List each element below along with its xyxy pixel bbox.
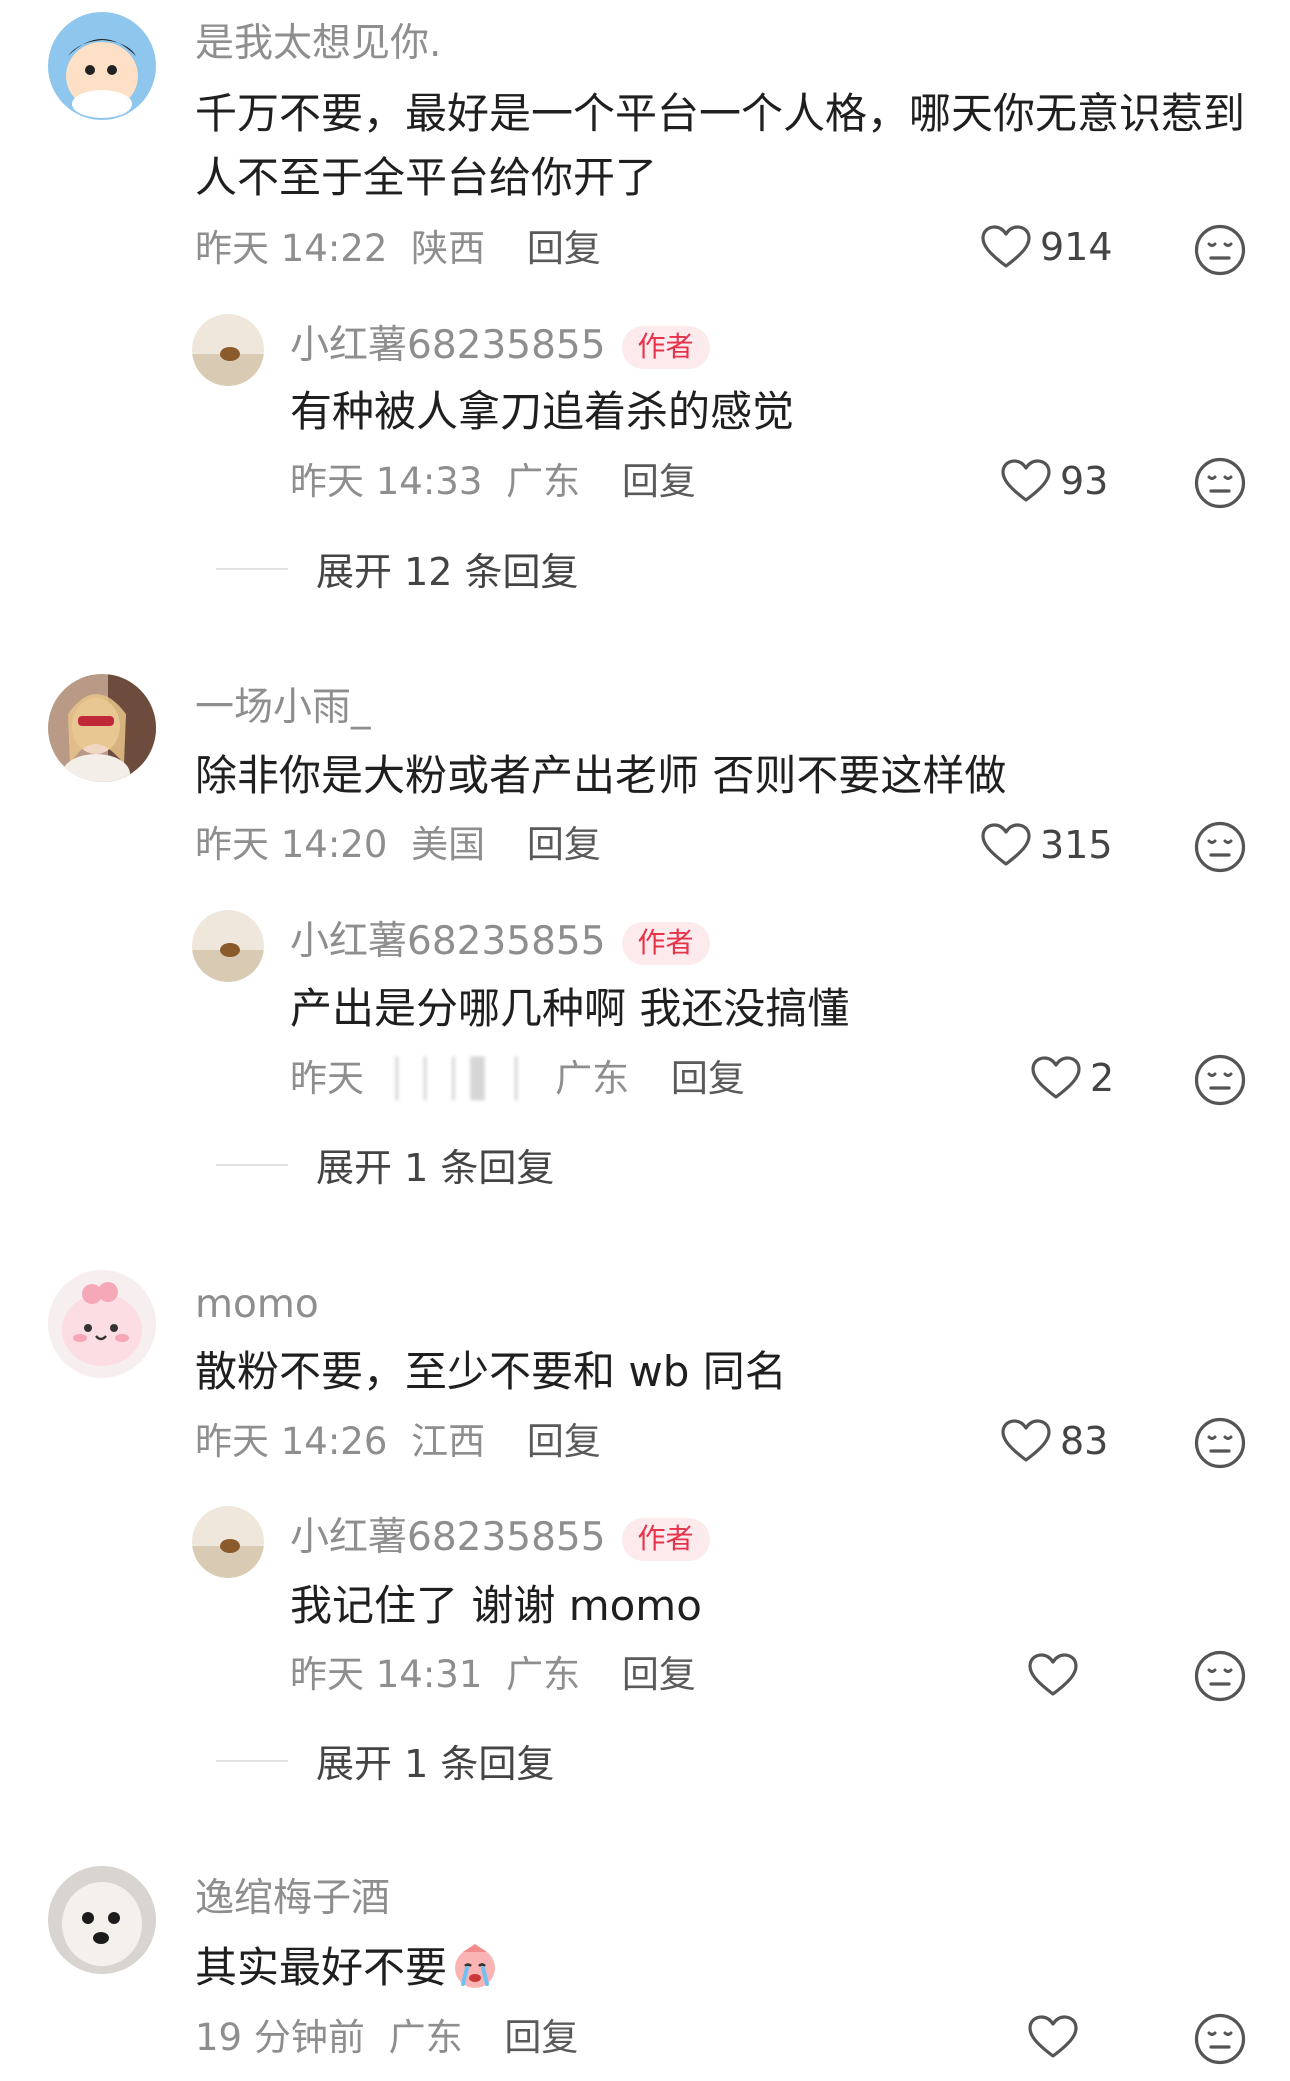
avatar[interactable] bbox=[192, 314, 264, 386]
meh-face-icon[interactable] bbox=[1193, 1053, 1247, 1107]
reply-time: 昨天 14:31 bbox=[290, 1653, 483, 1696]
comment-meta: 19 分钟前 广东 回复 bbox=[195, 2019, 578, 2056]
comment-location: 美国 bbox=[411, 823, 486, 866]
heart-outline-icon bbox=[1000, 1418, 1052, 1464]
reply-location: 广东 bbox=[506, 460, 581, 503]
author-badge: 作者 bbox=[621, 326, 710, 369]
expand-replies-label[interactable]: 展开 1 条回复 bbox=[316, 1137, 554, 1192]
like-count: 83 bbox=[1060, 1419, 1109, 1463]
reply-meta: 昨天 14:33 广东 回复 bbox=[290, 463, 696, 500]
like-count: 914 bbox=[1040, 225, 1113, 269]
reply-button[interactable]: 回复 bbox=[527, 823, 601, 866]
comment-meta: 昨天 14:26 江西 回复 bbox=[195, 1423, 601, 1460]
reply-time: 昨天 14:33 bbox=[290, 460, 483, 503]
comment-text: 千万不要，最好是一个平台一个人格，哪天你无意识惹到 bbox=[195, 89, 1246, 138]
heart-outline-icon bbox=[1027, 1652, 1079, 1698]
reply-button[interactable]: 回复 bbox=[671, 1057, 745, 1100]
reply-username-text[interactable]: 小红薯68235855 bbox=[290, 919, 606, 964]
expand-replies-label[interactable]: 展开 1 条回复 bbox=[316, 1733, 554, 1788]
comment-text: 人不至于全平台给你开了 bbox=[195, 153, 658, 202]
comment-location: 陕西 bbox=[411, 227, 486, 270]
reply-username-text[interactable]: 小红薯68235855 bbox=[290, 1515, 606, 1560]
expand-replies-label[interactable]: 展开 12 条回复 bbox=[316, 541, 579, 596]
comment-time: 19 分钟前 bbox=[195, 2016, 365, 2059]
heart-outline-icon bbox=[1027, 2014, 1079, 2060]
reply-button[interactable]: 回复 bbox=[622, 460, 696, 503]
like-button[interactable]: 2 bbox=[1030, 1055, 1114, 1101]
avatar[interactable] bbox=[192, 1506, 264, 1578]
expand-replies-button[interactable]: 展开 1 条回复 bbox=[216, 1733, 554, 1788]
comment-text: 其实最好不要 bbox=[195, 1934, 501, 2002]
author-badge: 作者 bbox=[621, 922, 710, 965]
meh-face-icon[interactable] bbox=[1193, 223, 1247, 277]
divider bbox=[216, 567, 288, 570]
comment-text: 除非你是大粉或者产出老师 否则不要这样做 bbox=[195, 751, 1007, 800]
like-button[interactable]: 315 bbox=[980, 822, 1113, 868]
reply-username[interactable]: 小红薯68235855 作者 bbox=[290, 1518, 710, 1561]
comment-username[interactable]: 逸绾梅子酒 bbox=[195, 1879, 390, 1918]
reply-meta: 昨天 14:31 广东 回复 bbox=[290, 1656, 696, 1693]
crying-emoji-icon bbox=[455, 1944, 496, 1988]
avatar[interactable] bbox=[192, 910, 264, 982]
comment-time: 昨天 14:22 bbox=[195, 227, 388, 270]
comment-location: 江西 bbox=[411, 1420, 486, 1463]
expand-replies-button[interactable]: 展开 12 条回复 bbox=[216, 541, 579, 596]
reply-button[interactable]: 回复 bbox=[622, 1653, 696, 1696]
avatar[interactable] bbox=[48, 1866, 156, 1974]
reply-meta: 昨天 │││▌│ 广东 回复 bbox=[290, 1060, 745, 1097]
divider bbox=[216, 1759, 288, 1762]
meh-face-icon[interactable] bbox=[1193, 456, 1247, 510]
meh-face-icon[interactable] bbox=[1193, 1649, 1247, 1703]
like-count: 2 bbox=[1090, 1056, 1115, 1100]
heart-outline-icon bbox=[980, 224, 1032, 270]
comment-time: 昨天 14:26 bbox=[195, 1420, 388, 1463]
like-button[interactable] bbox=[1027, 1652, 1079, 1698]
comment-time: 昨天 14:20 bbox=[195, 823, 388, 866]
like-button[interactable]: 93 bbox=[1000, 458, 1108, 504]
heart-outline-icon bbox=[980, 822, 1032, 868]
avatar[interactable] bbox=[48, 1270, 156, 1378]
avatar[interactable] bbox=[48, 674, 156, 782]
comment-username[interactable]: momo bbox=[195, 1285, 319, 1324]
reply-button[interactable]: 回复 bbox=[527, 227, 601, 270]
comment-location: 广东 bbox=[388, 2016, 463, 2059]
heart-outline-icon bbox=[1030, 1055, 1082, 1101]
divider bbox=[216, 1163, 288, 1166]
comment-username[interactable]: 一场小雨_ bbox=[195, 688, 371, 727]
expand-replies-button[interactable]: 展开 1 条回复 bbox=[216, 1137, 554, 1192]
author-badge: 作者 bbox=[621, 1518, 710, 1561]
reply-button[interactable]: 回复 bbox=[504, 2016, 578, 2059]
comment-text: 散粉不要，至少不要和 wb 同名 bbox=[195, 1347, 787, 1396]
redacted-text: │││▌│ bbox=[385, 1057, 534, 1100]
reply-username[interactable]: 小红薯68235855 作者 bbox=[290, 326, 710, 369]
comment-text-content: 其实最好不要 bbox=[195, 1943, 448, 1992]
meh-face-icon[interactable] bbox=[1193, 1416, 1247, 1470]
reply-location: 广东 bbox=[506, 1653, 581, 1696]
comment-meta: 昨天 14:22 陕西 回复 bbox=[195, 230, 601, 267]
reply-username-text[interactable]: 小红薯68235855 bbox=[290, 323, 606, 368]
like-count: 315 bbox=[1040, 823, 1113, 867]
heart-outline-icon bbox=[1000, 458, 1052, 504]
reply-text: 产出是分哪几种啊 我还没搞懂 bbox=[290, 984, 850, 1033]
reply-location: 广东 bbox=[555, 1057, 630, 1100]
comment-meta: 昨天 14:20 美国 回复 bbox=[195, 826, 601, 863]
like-button[interactable]: 914 bbox=[980, 224, 1113, 270]
like-count: 93 bbox=[1060, 459, 1109, 503]
reply-username[interactable]: 小红薯68235855 作者 bbox=[290, 922, 710, 965]
reply-button[interactable]: 回复 bbox=[527, 1420, 601, 1463]
meh-face-icon[interactable] bbox=[1193, 2012, 1247, 2066]
meh-face-icon[interactable] bbox=[1193, 820, 1247, 874]
like-button[interactable] bbox=[1027, 2014, 1079, 2060]
reply-text: 我记住了 谢谢 momo bbox=[290, 1581, 702, 1630]
like-button[interactable]: 83 bbox=[1000, 1418, 1108, 1464]
reply-text: 有种被人拿刀追着杀的感觉 bbox=[290, 387, 795, 436]
avatar[interactable] bbox=[48, 12, 156, 120]
comment-username[interactable]: 是我太想见你. bbox=[195, 24, 441, 63]
reply-time: 昨天 bbox=[290, 1057, 364, 1100]
